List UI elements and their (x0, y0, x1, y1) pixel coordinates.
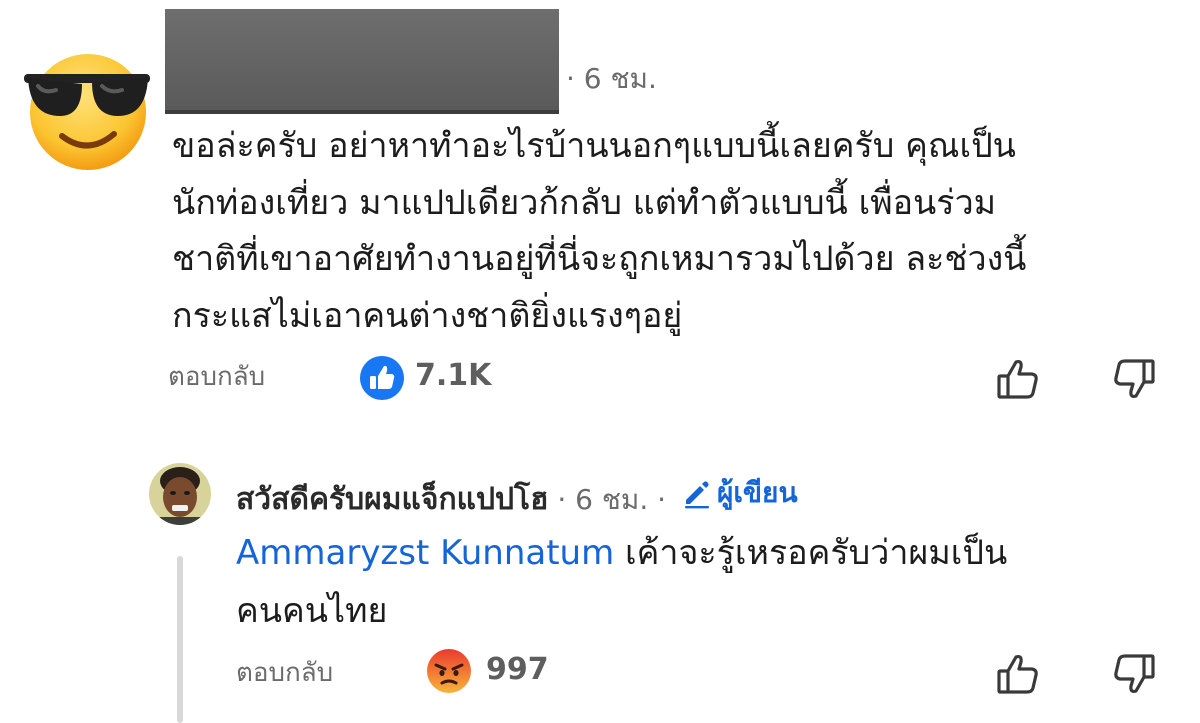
reaction-count: 7.1K (415, 358, 492, 393)
comment-timestamp: · 6 ชม. (566, 62, 657, 95)
reply-button[interactable]: ตอบกลับ (236, 655, 333, 691)
angry-face-reaction-icon[interactable] (426, 648, 472, 694)
mention-link[interactable]: Ammaryzst Kunnatum (236, 533, 614, 573)
comment-text: ขอล่ะครับ อย่าหาทำอะไรบ้านนอกๆแบบนี้เลยค… (172, 118, 1172, 344)
comment-text-line: ขอล่ะครับ อย่าหาทำอะไรบ้านนอกๆแบบนี้เลยค… (172, 126, 1016, 166)
reply-button[interactable]: ตอบกลับ (168, 359, 265, 395)
reaction-count: 997 (486, 652, 549, 687)
dislike-icon[interactable] (1110, 650, 1158, 698)
author-badge: ผู้เขียน (675, 473, 798, 513)
reply-text: Ammaryzst Kunnatum เค้าจะรู้เหรอครับว่าผ… (236, 524, 1136, 640)
reply-text-content: เค้าจะรู้เหรอครับว่าผมเป็น (614, 533, 1008, 573)
reply-text-line: Ammaryzst Kunnatum เค้าจะรู้เหรอครับว่าผ… (236, 524, 1136, 582)
redacted-author-name (165, 9, 559, 114)
reply-text-line: คนคนไทย (236, 591, 388, 631)
sunglasses-emoji-icon[interactable] (22, 48, 152, 174)
author-badge-label: ผู้เขียน (716, 476, 798, 509)
dislike-icon[interactable] (1110, 355, 1158, 403)
thumbs-up-reaction-icon[interactable] (359, 355, 405, 401)
avatar[interactable] (149, 463, 211, 525)
comment-text-line: ชาติที่เขาอาศัยทำงานอยู่ที่นี่จะถูกเหมาร… (172, 239, 1027, 279)
thread-line (177, 556, 183, 723)
like-icon[interactable] (994, 355, 1042, 403)
comment-text-line: นักท่องเที่ยว มาแปปเดียวก้กลับ แต่ทำตัวแ… (172, 182, 997, 223)
comment-text-line: กระแสไม่เอาคนต่างชาติยิ่งแรงๆอยู่ (172, 295, 683, 336)
pencil-icon (681, 477, 713, 509)
reply-author-name[interactable]: สวัสดีครับผมแจ็กแปปโฮ (236, 482, 548, 517)
reply-timestamp: · 6 ชม. · (548, 483, 675, 516)
reply-header: สวัสดีครับผมแจ็กแปปโฮ · 6 ชม. · ผู้เขียน (236, 473, 798, 517)
like-icon[interactable] (994, 650, 1042, 698)
